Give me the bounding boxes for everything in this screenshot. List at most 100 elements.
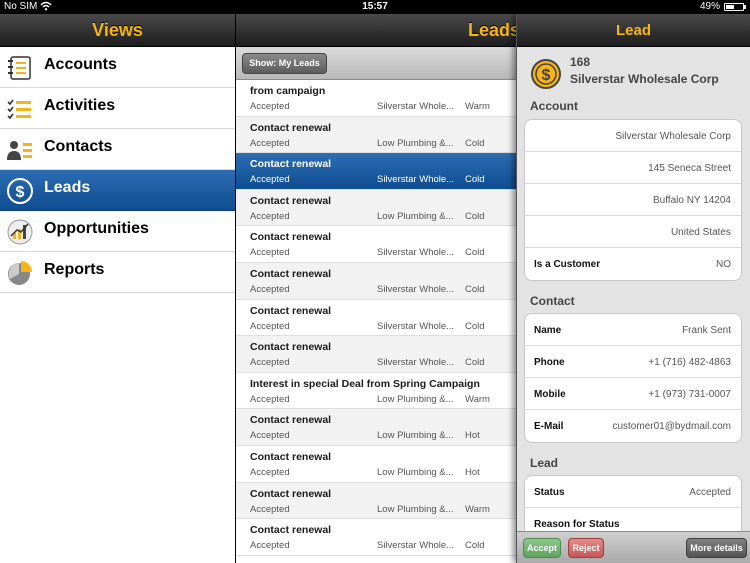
svg-text:$: $ [16, 184, 25, 201]
lead-row-status: Accepted [250, 540, 290, 552]
lead-detail-body[interactable]: $ 168 Silverstar Wholesale Corp Account … [517, 47, 750, 531]
lead-row-qualification: Hot [465, 466, 480, 478]
account-group: Silverstar Wholesale Corp 145 Seneca Str… [524, 119, 742, 281]
contact-phone-row[interactable]: Phone +1 (716) 482-4863 [525, 346, 741, 378]
lead-row-qualification: Warm [465, 503, 490, 515]
account-street-row[interactable]: 145 Seneca Street [525, 152, 741, 184]
lead-row-qualification: Cold [465, 283, 485, 295]
reject-button[interactable]: Reject [568, 538, 604, 558]
lead-detail-panel: Lead $ 168 Silverstar Wholesale Corp Acc… [516, 14, 750, 563]
lead-row-account: Silverstar Whole... [377, 357, 455, 369]
contact-email-label: E-Mail [534, 421, 564, 432]
lead-name: Silverstar Wholesale Corp [570, 72, 719, 86]
view-item-accounts[interactable]: Accounts [0, 47, 235, 88]
view-item-leads[interactable]: $ Leads [0, 170, 235, 211]
lead-row-account: Silverstar Whole... [377, 247, 455, 259]
lead-row-title: Contact renewal [250, 267, 332, 280]
account-street-value: 145 Seneca Street [648, 163, 731, 174]
view-item-label: Accounts [44, 56, 117, 73]
lead-row-title: Contact renewal [250, 414, 332, 427]
lead-row-qualification: Cold [465, 357, 485, 369]
lead-row-qualification: Warm [465, 393, 490, 405]
lead-row-title: Contact renewal [250, 304, 332, 317]
contact-mobile-row[interactable]: Mobile +1 (973) 731-0007 [525, 378, 741, 410]
lead-row-status: Accepted [250, 357, 290, 369]
account-city-row[interactable]: Buffalo NY 14204 [525, 184, 741, 216]
lead-row-status: Accepted [250, 101, 290, 112]
lead-row-account: Silverstar Whole... [377, 320, 455, 332]
lead-id: 168 [570, 55, 591, 69]
lead-detail-navbar: Lead [517, 14, 750, 47]
lead-row-status: Accepted [250, 393, 290, 405]
lead-row-title: Contact renewal [250, 341, 332, 354]
ledger-icon [6, 54, 34, 82]
contact-email-value: customer01@bydmail.com [612, 421, 731, 432]
battery-percent: 49% [699, 1, 720, 12]
contact-name-label: Name [534, 325, 562, 336]
account-city-value: Buffalo NY 14204 [652, 195, 731, 206]
accept-button[interactable]: Accept [523, 538, 561, 558]
view-item-opportunities[interactable]: Opportunities [0, 211, 235, 252]
lead-row-qualification: Cold [465, 137, 485, 149]
svg-text:$: $ [542, 67, 551, 84]
view-item-label: Opportunities [44, 220, 149, 237]
lead-row-title: Contact renewal [250, 487, 332, 500]
lead-reason-label: Reason for Status [534, 519, 620, 530]
view-item-label: Reports [44, 261, 105, 278]
account-country-value: United States [670, 227, 731, 238]
lead-row-title: Contact renewal [250, 121, 332, 134]
status-bar: No SIM 15:57 49% [0, 0, 750, 14]
lead-row-qualification: Warm [465, 101, 490, 112]
view-item-activities[interactable]: Activities [0, 88, 235, 129]
view-item-label: Activities [44, 97, 116, 114]
lead-row-account: Low Plumbing &... [377, 137, 454, 149]
lead-row-account: Low Plumbing &... [377, 503, 454, 515]
lead-row-account: Low Plumbing &... [377, 466, 454, 478]
lead-status-value: Accepted [689, 487, 731, 498]
lead-status-label: Status [534, 487, 565, 498]
lead-row-account: Low Plumbing &... [377, 393, 454, 405]
clock: 15:57 [362, 1, 388, 12]
lead-row-title: Contact renewal [250, 450, 332, 463]
account-country-row[interactable]: United States [525, 216, 741, 248]
more-details-button[interactable]: More details [686, 538, 747, 558]
views-list: Accounts Activities Contacts $ Leads Opp… [0, 47, 235, 563]
lead-row-account: Silverstar Whole... [377, 283, 455, 295]
lead-row-qualification: Cold [465, 210, 485, 222]
lead-detail-title: Lead [615, 22, 651, 39]
lead-row-title: Contact renewal [250, 158, 332, 171]
opportunity-chart-icon [6, 218, 34, 246]
account-name-row[interactable]: Silverstar Wholesale Corp [525, 120, 741, 152]
lead-row-account: Low Plumbing &... [377, 210, 454, 222]
contact-mobile-label: Mobile [534, 389, 566, 400]
lead-group: Status Accepted Reason for Status [524, 475, 742, 531]
lead-row-status: Accepted [250, 137, 290, 149]
contact-phone-label: Phone [534, 357, 565, 368]
contact-card-icon [6, 136, 34, 164]
battery-icon [724, 3, 746, 11]
account-section-heading: Account [530, 99, 578, 113]
views-navbar: Views [0, 14, 235, 47]
is-customer-label: Is a Customer [534, 259, 601, 270]
lead-reason-row[interactable]: Reason for Status [525, 508, 741, 531]
account-name-value: Silverstar Wholesale Corp [615, 131, 731, 142]
contact-section-heading: Contact [530, 294, 575, 308]
lead-row-status: Accepted [250, 466, 290, 478]
lead-row-status: Accepted [250, 503, 290, 515]
view-item-reports[interactable]: Reports [0, 252, 235, 293]
contact-email-row[interactable]: E-Mail customer01@bydmail.com [525, 410, 741, 442]
lead-status-row[interactable]: Status Accepted [525, 476, 741, 508]
lead-row-account: Low Plumbing &... [377, 430, 454, 442]
contact-phone-value: +1 (716) 482-4863 [648, 357, 731, 368]
lead-row-title: Contact renewal [250, 524, 332, 537]
show-my-leads-button[interactable]: Show: My Leads [242, 53, 327, 74]
contact-name-row[interactable]: Name Frank Sent [525, 314, 741, 346]
dollar-coin-icon: $ [6, 177, 34, 205]
is-customer-value: NO [716, 259, 731, 270]
is-customer-row[interactable]: Is a Customer NO [525, 248, 741, 280]
lead-row-status: Accepted [250, 283, 290, 295]
checklist-icon [6, 95, 34, 123]
lead-row-title: Contact renewal [250, 231, 332, 244]
view-item-contacts[interactable]: Contacts [0, 129, 235, 170]
lead-row-qualification: Cold [465, 174, 485, 186]
